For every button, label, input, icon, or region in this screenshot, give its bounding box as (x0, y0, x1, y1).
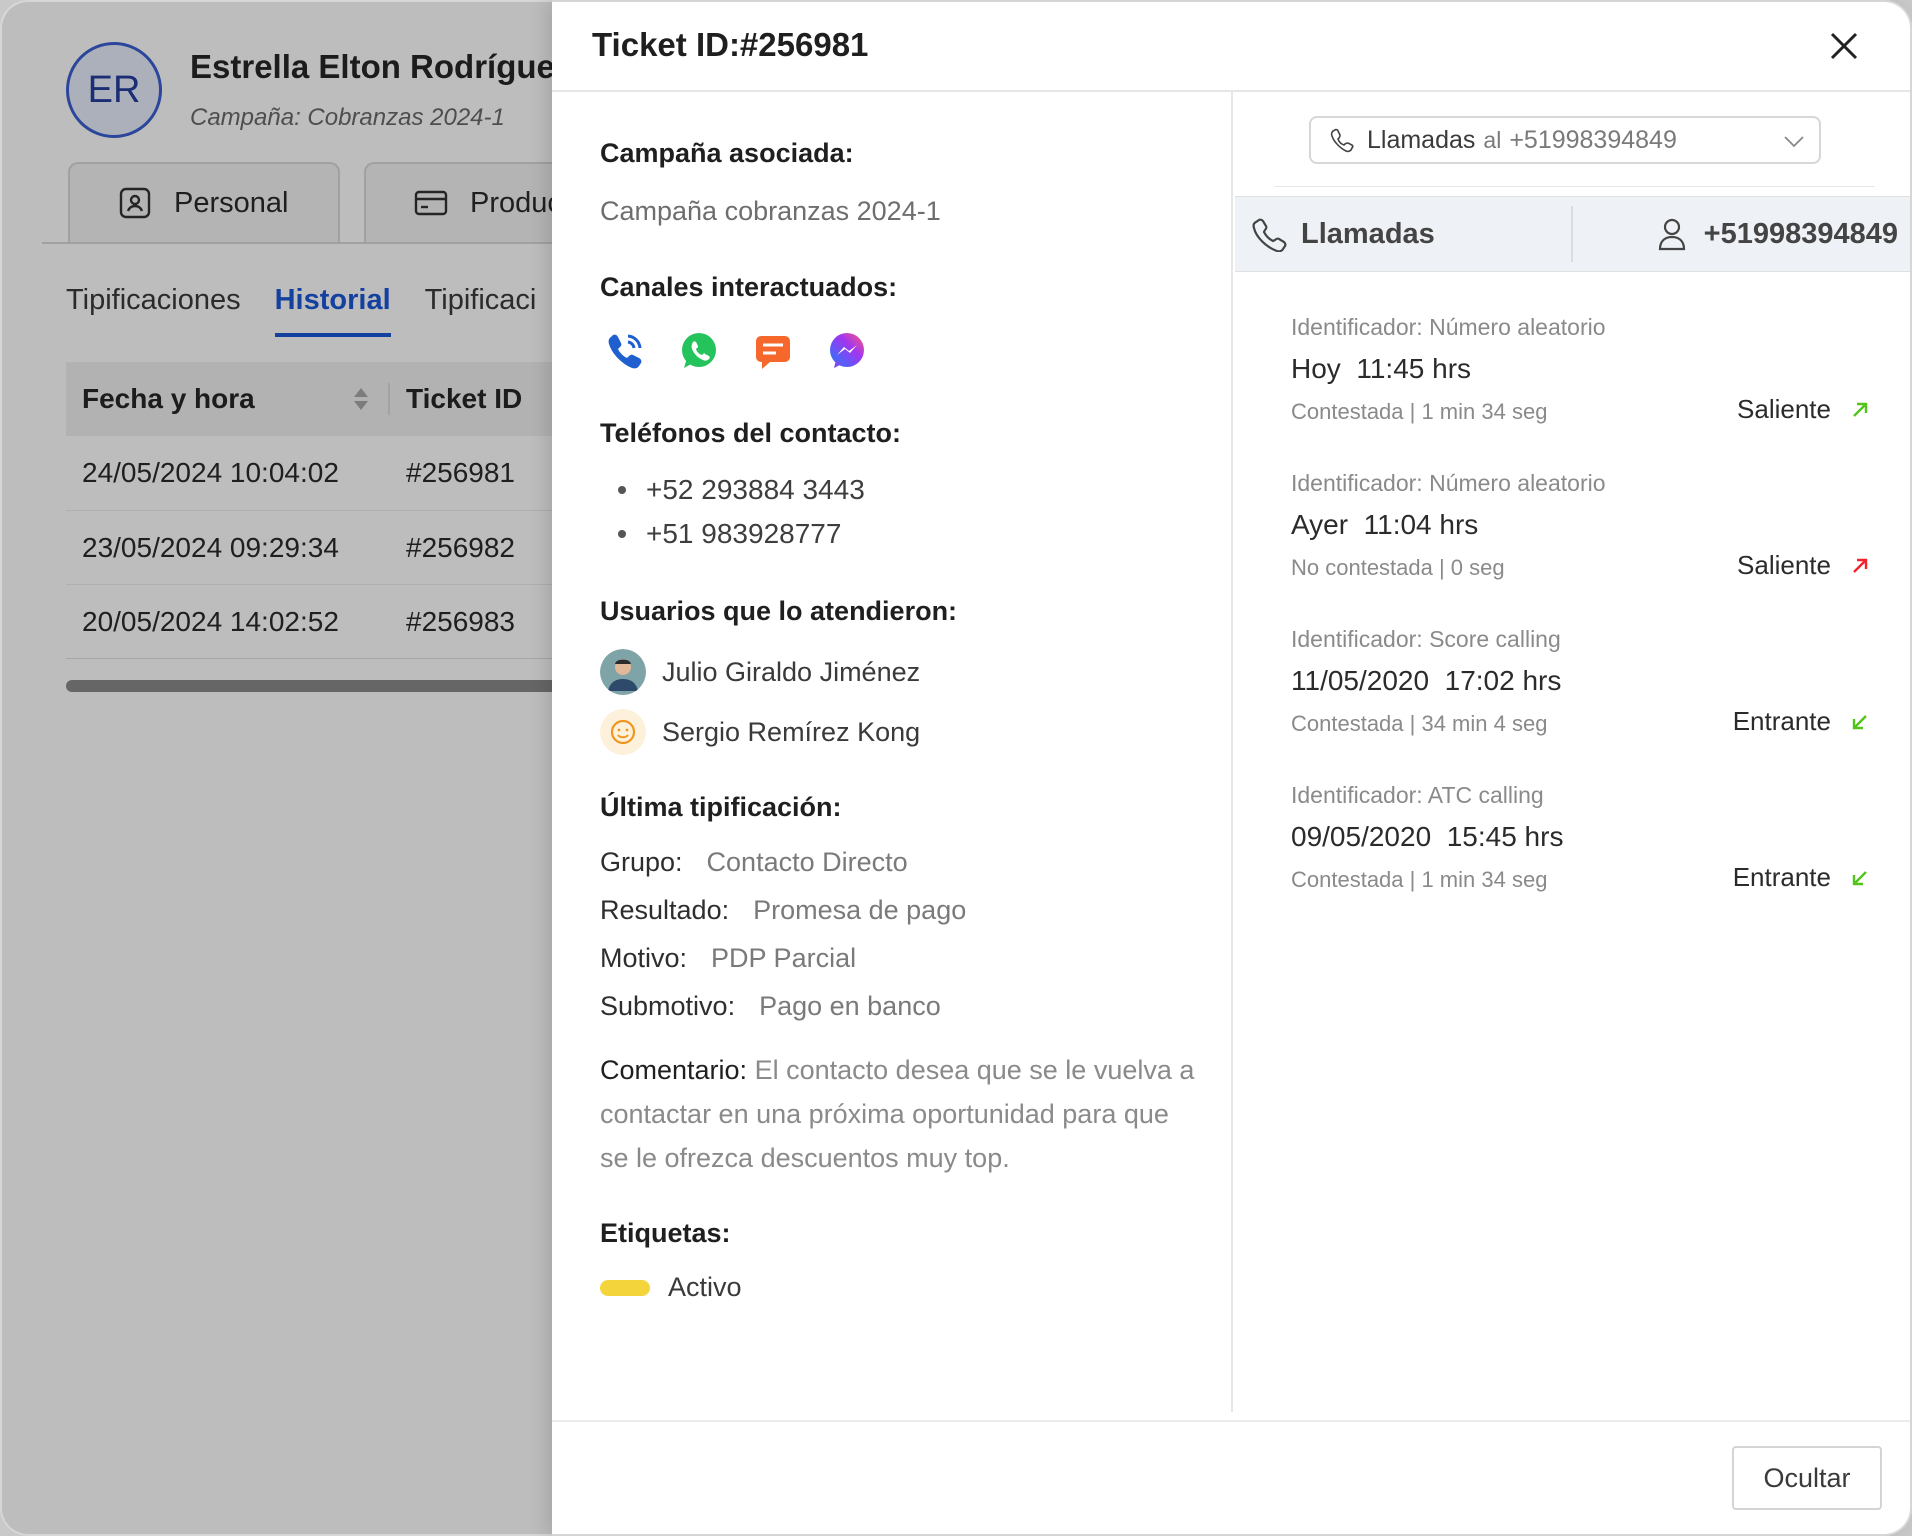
call-hour: 15:45 hrs (1446, 821, 1564, 852)
call-direction: Saliente (1737, 550, 1871, 581)
phones-list: +52 293884 3443 +51 983928777 (600, 468, 865, 556)
call-direction-label: Saliente (1737, 394, 1831, 424)
modal-title: Ticket ID:#256981 (592, 26, 869, 63)
select-connector: al (1483, 126, 1502, 153)
tags-label: Etiquetas: (600, 1218, 731, 1248)
tip-result: Resultado: Promesa de pago (600, 886, 966, 934)
phone-item: +51 983928777 (600, 512, 865, 556)
user-name: Sergio Remírez Kong (662, 716, 921, 747)
tip-reason-value: PDP Parcial (711, 942, 857, 973)
call-identifier: Identificador: Score calling (1291, 626, 1561, 652)
call-direction: Entrante (1733, 706, 1871, 737)
comment-key: Comentario: (600, 1055, 748, 1085)
phone-call-icon (608, 334, 642, 369)
call-direction: Saliente (1737, 394, 1871, 425)
campaign-label: Campaña asociada: (600, 138, 854, 168)
call-bar-contact: +51998394849 (1573, 216, 1910, 252)
call-bar-channel: Llamadas (1235, 206, 1573, 262)
call-hour: 17:02 hrs (1444, 665, 1562, 696)
call-when: 11/05/2020 (1291, 665, 1430, 696)
call-summary-bar: Llamadas +51998394849 (1235, 196, 1910, 272)
tag-label: Activo (668, 1272, 742, 1302)
call-when: 09/05/2020 (1291, 821, 1432, 852)
tag-color-pill (600, 1279, 650, 1296)
last-tipification-label: Última tipificación: (600, 792, 842, 822)
tipification-details: Grupo: Contacto Directo Resultado: Prome… (600, 838, 966, 1030)
select-number: +51998394849 (1509, 125, 1677, 154)
call-time: Ayer 11:04 hrs (1291, 509, 1871, 541)
call-when: Ayer (1291, 509, 1349, 540)
close-icon[interactable] (1826, 28, 1862, 64)
phones-label: Teléfonos del contacto: (600, 418, 902, 448)
messenger-icon (830, 333, 864, 368)
call-time: 11/05/2020 17:02 hrs (1291, 665, 1871, 697)
call-history-panel: Llamadas al +51998394849 Llamadas +51998… (1235, 92, 1910, 1412)
chevron-down-icon (1784, 136, 1804, 148)
tip-reason: Motivo: PDP Parcial (600, 934, 966, 982)
call-hour: 11:04 hrs (1363, 509, 1479, 540)
arrow-down-left-icon (1852, 714, 1867, 729)
call-bar-channel-label: Llamadas (1301, 217, 1435, 250)
call-direction-label: Entrante (1732, 706, 1831, 736)
call-item[interactable]: Identificador: Score calling 11/05/2020 … (1291, 626, 1871, 754)
call-identifier: Identificador: ATC calling (1291, 782, 1544, 808)
user-photo-avatar (600, 649, 646, 695)
users-list: Julio Giraldo Jiménez Sergio Remírez Kon… (600, 642, 920, 762)
call-identifier: Identificador: Número aleatorio (1291, 314, 1606, 340)
call-direction: Entrante (1733, 862, 1871, 893)
tip-group: Grupo: Contacto Directo (600, 838, 966, 886)
phone-icon (1252, 218, 1287, 252)
select-channel: Llamadas (1367, 125, 1476, 154)
user-name: Julio Giraldo Jiménez (662, 656, 921, 687)
ticket-modal: Ticket ID:#256981 Campaña asociada: Camp… (552, 0, 1912, 1536)
user-icon (1658, 218, 1685, 251)
tip-result-value: Promesa de pago (753, 894, 967, 925)
modal-header: Ticket ID:#256981 (552, 2, 1910, 92)
ticket-details: Campaña asociada: Campaña cobranzas 2024… (552, 92, 1233, 1412)
arrow-up-right-icon (1853, 558, 1868, 573)
user-item: Julio Giraldo Jiménez (600, 642, 920, 702)
campaign-value: Campaña cobranzas 2024-1 (600, 196, 941, 226)
tip-group-key: Grupo: (600, 846, 683, 877)
call-time: Hoy 11:45 hrs (1291, 353, 1871, 385)
tip-result-key: Resultado: (600, 894, 730, 925)
channels-label: Canales interactuados: (600, 272, 898, 302)
call-when: Hoy (1291, 353, 1341, 384)
tip-subreason-value: Pago en banco (759, 990, 941, 1021)
whatsapp-icon (682, 333, 716, 368)
call-item[interactable]: Identificador: ATC calling 09/05/2020 15… (1291, 782, 1871, 910)
channel-select[interactable]: Llamadas al +51998394849 (1309, 116, 1821, 164)
call-identifier: Identificador: Número aleatorio (1291, 470, 1606, 496)
call-time: 09/05/2020 15:45 hrs (1291, 821, 1871, 853)
phone-item: +52 293884 3443 (600, 468, 865, 512)
user-item: Sergio Remírez Kong (600, 702, 920, 762)
channels-list (604, 330, 868, 372)
chat-icon (756, 336, 790, 369)
comment: Comentario: El contacto desea que se le … (600, 1048, 1200, 1180)
modal-footer: Ocultar (552, 1420, 1910, 1534)
call-direction-label: Entrante (1732, 862, 1831, 892)
tip-reason-key: Motivo: (600, 942, 688, 973)
call-bar-number: +51998394849 (1703, 217, 1898, 250)
tip-subreason-key: Submotivo: (600, 990, 736, 1021)
tag-item: Activo (600, 1272, 742, 1303)
call-item[interactable]: Identificador: Número aleatorio Hoy 11:4… (1291, 314, 1871, 442)
hide-button[interactable]: Ocultar (1732, 1446, 1882, 1510)
tip-subreason: Submotivo: Pago en banco (600, 982, 966, 1030)
divider (1275, 186, 1875, 187)
users-label: Usuarios que lo atendieron: (600, 596, 958, 626)
arrow-up-right-icon (1853, 402, 1868, 417)
call-item[interactable]: Identificador: Número aleatorio Ayer 11:… (1291, 470, 1871, 598)
tip-group-value: Contacto Directo (706, 846, 908, 877)
smiley-avatar-icon (600, 709, 646, 755)
call-hour: 11:45 hrs (1356, 353, 1472, 384)
call-direction-label: Saliente (1737, 550, 1831, 580)
phone-icon (1330, 128, 1354, 153)
arrow-down-left-icon (1852, 870, 1867, 885)
